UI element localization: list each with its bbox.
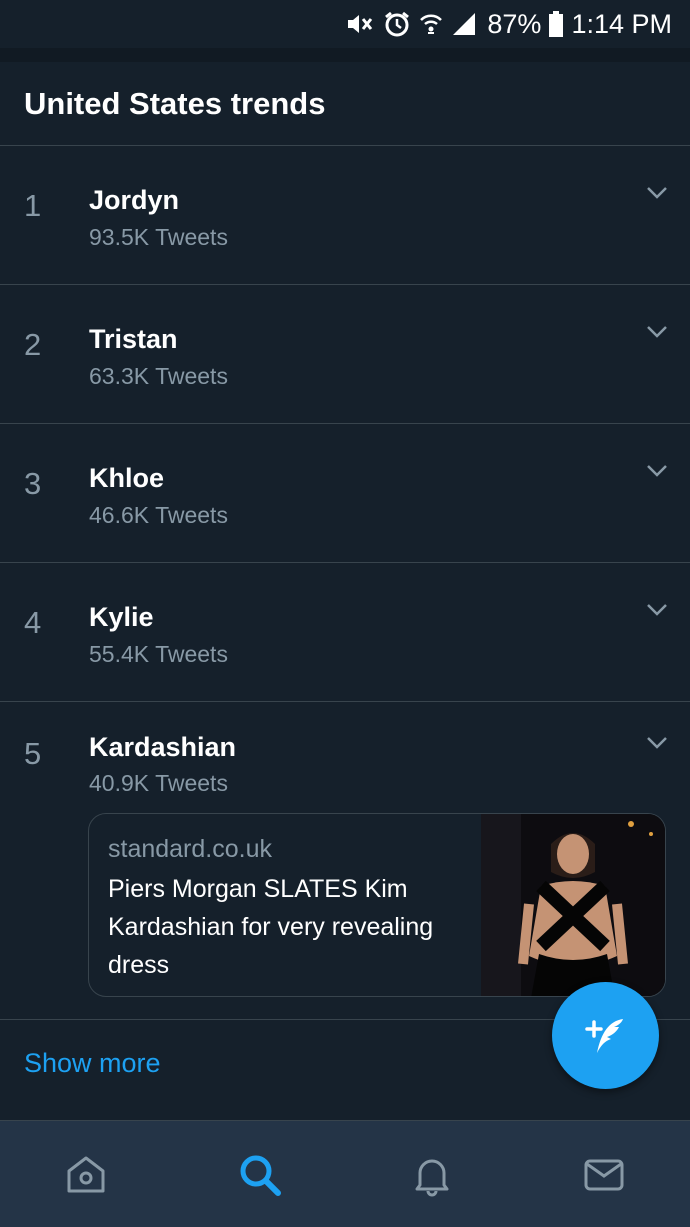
card-thumbnail — [481, 814, 665, 996]
compose-tweet-button[interactable] — [552, 982, 659, 1089]
notifications-icon — [415, 1159, 449, 1197]
tab-home[interactable] — [62, 1151, 110, 1199]
trend-rank: 2 — [24, 327, 42, 362]
chevron-down-icon[interactable] — [646, 736, 668, 750]
chevron-down-icon[interactable] — [646, 603, 668, 617]
trend-item[interactable]: 5 Kardashian 40.9K Tweets standard.co.uk… — [0, 702, 690, 1020]
trend-tweet-count: 46.6K Tweets — [89, 502, 228, 528]
tab-search[interactable] — [236, 1151, 284, 1199]
battery-percent: 87% — [487, 8, 542, 39]
wifi-icon — [419, 11, 443, 37]
messages-icon — [584, 1159, 624, 1191]
clock-time: 1:14 PM — [571, 8, 672, 39]
battery-icon — [549, 11, 564, 37]
bottom-tab-bar — [0, 1120, 690, 1227]
trend-name: Jordyn — [89, 185, 180, 215]
trend-item[interactable]: 3 Khloe 46.6K Tweets — [0, 424, 690, 563]
trend-tweet-count: 40.9K Tweets — [89, 770, 228, 796]
status-bar: 87% 1:14 PM — [0, 0, 690, 48]
trend-rank: 3 — [24, 466, 42, 501]
news-card[interactable]: standard.co.uk Piers Morgan SLATES Kim K… — [88, 813, 666, 997]
trend-item[interactable]: 2 Tristan 63.3K Tweets — [0, 285, 690, 424]
trend-rank: 4 — [24, 605, 42, 640]
trend-name: Kylie — [89, 602, 154, 632]
trend-rank: 5 — [24, 736, 42, 771]
trend-name: Khloe — [89, 463, 165, 493]
trend-tweet-count: 55.4K Tweets — [89, 641, 228, 667]
tab-notifications[interactable] — [408, 1151, 456, 1199]
mute-icon — [345, 11, 375, 37]
section-title: United States trends — [0, 62, 690, 146]
trend-item[interactable]: 4 Kylie 55.4K Tweets — [0, 563, 690, 702]
trend-rank: 1 — [24, 188, 42, 223]
alarm-icon — [383, 10, 411, 38]
home-icon — [67, 1156, 105, 1193]
chevron-down-icon[interactable] — [646, 464, 668, 478]
card-domain: standard.co.uk — [108, 835, 272, 863]
trend-tweet-count: 63.3K Tweets — [89, 363, 228, 389]
header-divider — [0, 48, 690, 62]
tabbar-gap — [0, 1106, 690, 1120]
compose-tweet-icon — [584, 1018, 623, 1053]
trends-page: United States trends 1 Jordyn 93.5K Twee… — [0, 62, 690, 1107]
card-headline: Piers Morgan SLATES Kim Kardashian for v… — [108, 875, 434, 979]
chevron-down-icon[interactable] — [646, 325, 668, 339]
trend-item[interactable]: 1 Jordyn 93.5K Tweets — [0, 146, 690, 285]
trend-name: Kardashian — [89, 732, 237, 762]
trend-tweet-count: 93.5K Tweets — [89, 224, 228, 250]
search-icon — [240, 1155, 281, 1196]
chevron-down-icon[interactable] — [646, 186, 668, 200]
signal-icon — [451, 11, 477, 37]
tab-messages[interactable] — [580, 1151, 628, 1199]
trend-name: Tristan — [89, 324, 178, 354]
